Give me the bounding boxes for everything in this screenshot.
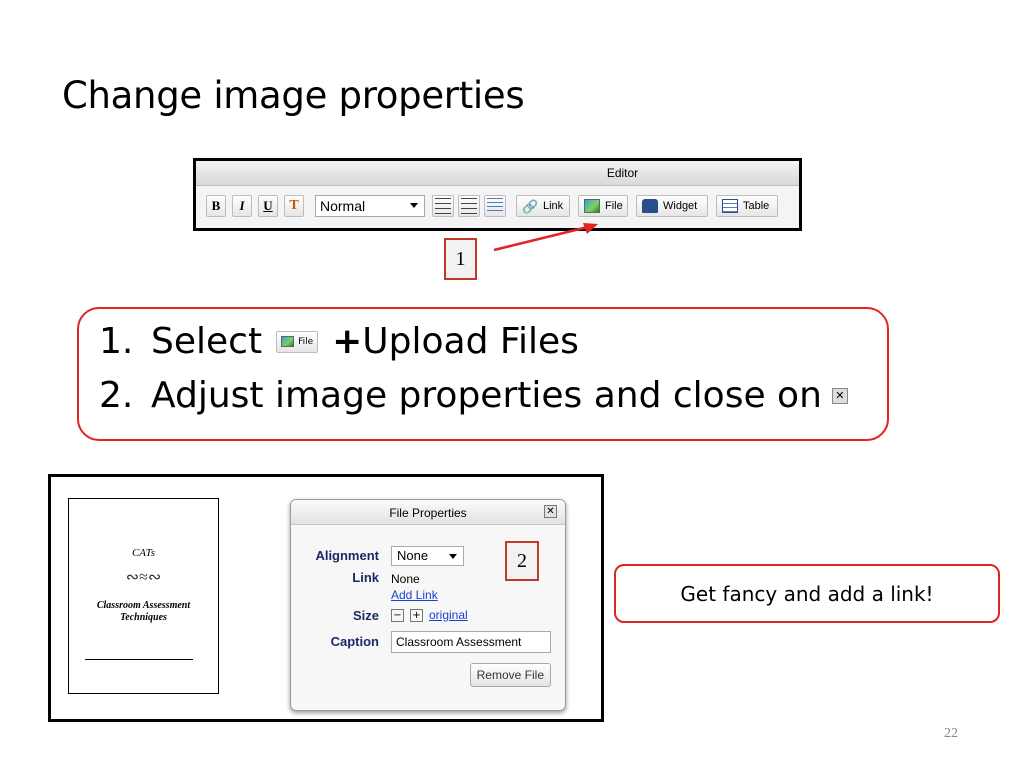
document-subtitle: Classroom Assessment Techniques (96, 600, 191, 623)
file-properties-screenshot: CATs ∾≈∾ Classroom Assessment Techniques… (48, 474, 604, 722)
arrow-line (493, 224, 593, 252)
clear-format-icon[interactable]: T (284, 195, 304, 217)
shrink-icon[interactable]: − (391, 609, 404, 623)
widget-button-label: Widget (663, 200, 698, 212)
table-icon (722, 199, 738, 213)
document-title: CATs (131, 547, 156, 559)
plus-sign: + (332, 321, 363, 362)
document-rule (85, 659, 193, 660)
remove-file-button[interactable]: Remove File (469, 663, 551, 687)
numbered-list-icon (435, 198, 451, 214)
bold-button[interactable]: B (206, 195, 226, 217)
step-number: 1. (99, 321, 134, 362)
alignment-select[interactable]: None (391, 546, 464, 566)
slide-title: Change image properties (62, 74, 525, 117)
file-button-label: File (605, 200, 623, 212)
indent-button[interactable] (484, 195, 506, 217)
style-select-value: Normal (320, 198, 366, 214)
table-button-label: Table (743, 200, 770, 212)
numbered-list-button[interactable] (432, 195, 454, 217)
step-text: Select (151, 321, 263, 362)
page-number: 22 (944, 726, 958, 741)
callout-marker-1: 1 (444, 238, 477, 280)
file-chip-label: File (298, 336, 314, 347)
chevron-down-icon (449, 554, 457, 559)
link-button[interactable]: 🔗 Link (516, 195, 570, 217)
tip-box: Get fancy and add a link! (614, 564, 1000, 623)
caption-label: Caption (330, 634, 379, 649)
document-thumbnail: CATs ∾≈∾ Classroom Assessment Techniques (68, 498, 219, 694)
widget-button[interactable]: Widget (636, 195, 708, 217)
arrow-head (583, 223, 598, 234)
alignment-value: None (397, 548, 429, 563)
link-icon: 🔗 (522, 199, 539, 214)
editor-header: Editor (196, 161, 799, 186)
step-text-upload: Upload Files (362, 321, 579, 362)
enlarge-icon[interactable]: + (410, 609, 423, 623)
image-icon (281, 336, 295, 347)
indent-icon (487, 198, 503, 214)
panel-title: File Properties (389, 506, 467, 520)
file-properties-panel: File Properties ✕ Alignment None Link No… (290, 499, 566, 711)
step-text: Adjust image properties and close on (151, 375, 822, 416)
widget-icon (642, 199, 658, 213)
instructions-box: 1. Select File + Upload Files 2. Adjust … (77, 307, 889, 441)
style-select[interactable]: Normal (315, 195, 425, 217)
size-controls: − + original (391, 608, 468, 623)
close-icon[interactable]: ✕ (544, 505, 557, 518)
alignment-label: Alignment (315, 548, 379, 563)
instruction-step-1: 1. Select File + Upload Files (99, 321, 579, 362)
bulleted-list-icon (461, 198, 477, 214)
instruction-step-2: 2. Adjust image properties and close on … (99, 375, 848, 416)
callout-marker-2: 2 (505, 541, 539, 581)
table-button[interactable]: Table (716, 195, 778, 217)
callout-arrow (493, 223, 598, 252)
ornament-icon: ∾≈∾ (125, 569, 162, 586)
step-number: 2. (99, 375, 134, 416)
tip-text: Get fancy and add a link! (680, 581, 934, 606)
add-link[interactable]: Add Link (391, 588, 438, 602)
bulleted-list-button[interactable] (458, 195, 480, 217)
link-button-label: Link (543, 200, 564, 212)
underline-button[interactable]: U (258, 195, 278, 217)
link-label: Link (352, 570, 379, 585)
caption-input[interactable]: Classroom Assessment (391, 631, 551, 653)
image-icon (584, 199, 600, 213)
file-button[interactable]: File (578, 195, 628, 217)
chevron-down-icon (410, 203, 418, 208)
size-label: Size (352, 608, 379, 623)
editor-title: Editor (606, 166, 639, 180)
size-original-link[interactable]: original (429, 608, 468, 622)
file-button-chip: File (276, 330, 319, 353)
panel-header: File Properties ✕ (291, 500, 565, 525)
link-value: None (391, 572, 420, 586)
italic-button[interactable]: I (232, 195, 252, 217)
close-icon: ✕ (831, 387, 848, 404)
